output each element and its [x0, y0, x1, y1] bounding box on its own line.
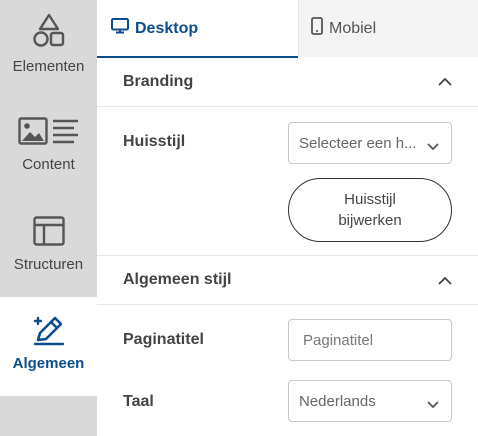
sidebar-item-elementen[interactable]: Elementen — [0, 0, 97, 99]
huisstijl-label: Huisstijl — [123, 133, 186, 150]
tab-label: Mobiel — [329, 19, 377, 37]
tab-desktop[interactable]: Desktop — [97, 0, 298, 58]
chevron-down-icon — [427, 396, 439, 413]
taal-label: Taal — [123, 393, 154, 410]
chevron-down-icon — [427, 138, 439, 155]
section-algemeen-header[interactable]: Algemeen stijl — [97, 255, 478, 305]
huisstijl-select[interactable]: Selecteer een h... — [288, 122, 452, 164]
pen-icon — [0, 313, 97, 347]
sidebar-item-label: Elementen — [12, 58, 85, 75]
section-branding-header[interactable]: Branding — [97, 57, 478, 107]
taal-select-value: Nederlands — [299, 392, 376, 410]
taal-select[interactable]: Nederlands — [288, 380, 452, 422]
chevron-up-icon — [438, 272, 452, 290]
sidebar: Elementen Content Structuren Algemeen — [0, 0, 97, 436]
layout-icon — [0, 216, 97, 246]
button-label-line2: bijwerken — [338, 212, 402, 229]
chevron-up-icon — [438, 73, 452, 91]
button-label-line1: Huisstijl — [344, 191, 396, 208]
paginatitel-placeholder: Paginatitel — [303, 331, 374, 349]
section-title: Algemeen stijl — [123, 271, 232, 288]
section-title: Branding — [123, 72, 194, 90]
monitor-icon — [111, 18, 135, 39]
paginatitel-input[interactable]: Paginatitel — [288, 319, 452, 361]
phone-icon — [311, 17, 329, 40]
sidebar-item-content[interactable]: Content — [0, 99, 97, 198]
shapes-icon — [0, 12, 97, 48]
sidebar-item-label: Content — [22, 156, 75, 173]
tab-label: Desktop — [135, 19, 199, 37]
paginatitel-label: Paginatitel — [123, 331, 204, 348]
update-huisstijl-button[interactable]: Huisstijl bijwerken — [288, 178, 452, 242]
huisstijl-select-value: Selecteer een h... — [299, 134, 417, 152]
sidebar-item-structuren[interactable]: Structuren — [0, 198, 97, 297]
view-tabs: Desktop Mobiel — [97, 0, 478, 58]
tab-mobiel[interactable]: Mobiel — [298, 0, 478, 57]
sidebar-item-algemeen[interactable]: Algemeen — [0, 297, 97, 396]
image-text-icon — [0, 117, 97, 147]
sidebar-item-label: Structuren — [13, 256, 84, 273]
sidebar-item-label: Algemeen — [12, 355, 85, 372]
